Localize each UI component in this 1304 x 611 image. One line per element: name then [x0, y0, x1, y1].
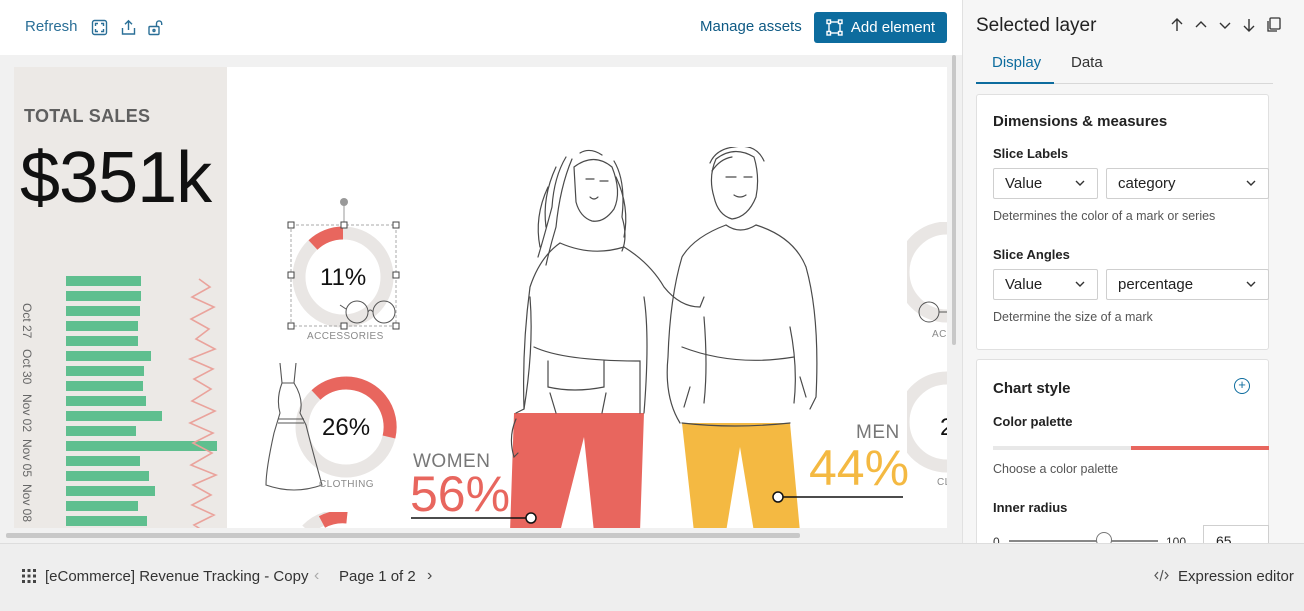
- tab-data[interactable]: Data: [1071, 54, 1103, 71]
- women-leader-line: [411, 512, 537, 524]
- fullscreen-icon[interactable]: [91, 19, 108, 36]
- active-tab-indicator: [976, 82, 1054, 84]
- select-value: percentage: [1118, 276, 1194, 293]
- chart-style-card: Chart style + Color palette Choose a col…: [976, 359, 1269, 543]
- bring-forward-icon[interactable]: [1193, 16, 1209, 34]
- slice-labels-field-select[interactable]: category: [1106, 168, 1269, 199]
- slice-labels-label: Slice Labels: [993, 146, 1069, 161]
- partial-right-donuts: [907, 222, 947, 473]
- expression-editor-label: Expression editor: [1178, 568, 1294, 585]
- partial-category-label: CL: [937, 477, 947, 488]
- expression-editor-button[interactable]: Expression editor: [1154, 568, 1294, 585]
- card-title: Chart style: [993, 380, 1071, 397]
- bottom-bar: [eCommerce] Revenue Tracking - Copy ‹ Pa…: [0, 543, 1304, 611]
- color-palette-label: Color palette: [993, 414, 1073, 429]
- tab-display[interactable]: Display: [992, 54, 1041, 71]
- total-sales-value: $351k: [20, 138, 212, 218]
- clothing-category-label: CLOTHING: [319, 479, 374, 490]
- refresh-button[interactable]: Refresh: [25, 18, 78, 35]
- top-toolbar: Refresh Manage assets Add element: [0, 0, 962, 55]
- total-sales-label: TOTAL SALES: [24, 106, 151, 126]
- code-icon: [1154, 569, 1169, 582]
- accessories-category-label: ACCESSORIES: [307, 331, 384, 342]
- add-style-icon[interactable]: +: [1234, 378, 1250, 394]
- slice-angles-label: Slice Angles: [993, 247, 1070, 262]
- slider-max-label: 100: [1166, 535, 1187, 543]
- sidebar-tabs: Display Data: [976, 46, 1273, 84]
- layer-tools: [1169, 16, 1281, 34]
- previous-page-icon[interactable]: ‹: [314, 567, 319, 585]
- select-value: category: [1118, 175, 1176, 192]
- canvas-horizontal-scrollbar[interactable]: [6, 533, 800, 538]
- men-leader-line: [772, 491, 903, 503]
- selection-handles[interactable]: [284, 195, 404, 330]
- color-palette-hint: Choose a color palette: [993, 462, 1119, 476]
- workpad-title: [eCommerce] Revenue Tracking - Copy: [45, 568, 309, 585]
- unlock-icon[interactable]: [147, 19, 164, 36]
- bring-to-front-icon[interactable]: [1169, 16, 1185, 34]
- slice-labels-function-select[interactable]: Value: [993, 168, 1098, 199]
- select-value: Value: [1005, 276, 1043, 293]
- chevron-down-icon: [1075, 180, 1085, 186]
- page-grid-icon[interactable]: [22, 569, 36, 583]
- chevron-down-icon: [1246, 180, 1256, 186]
- inner-radius-label: Inner radius: [993, 500, 1068, 515]
- inner-radius-input[interactable]: 65: [1203, 525, 1269, 543]
- canvas-vertical-scrollbar[interactable]: [952, 55, 956, 345]
- partial-category-label: ACC: [932, 329, 947, 340]
- add-element-label: Add element: [850, 19, 936, 36]
- send-to-back-icon[interactable]: [1241, 16, 1257, 34]
- dimensions-measures-card: Dimensions & measures Slice Labels Value…: [976, 94, 1269, 350]
- inner-radius-slider-handle[interactable]: [1096, 532, 1112, 543]
- slice-angles-hint: Determine the size of a mark: [993, 310, 1153, 324]
- palette-swatch: [1131, 446, 1269, 450]
- workpad-page[interactable]: TOTAL SALES $351k Oct 27 Oct 30 Nov 02 N…: [14, 67, 947, 528]
- add-element-button[interactable]: Add element: [814, 12, 947, 43]
- send-backward-icon[interactable]: [1217, 16, 1233, 34]
- clothing-percent: 26%: [322, 414, 371, 441]
- sidebar: Selected layer Display Data Dimensions &…: [962, 0, 1304, 543]
- page-indicator: Page 1 of 2: [339, 568, 416, 585]
- select-value: Value: [1005, 175, 1043, 192]
- sales-bar-chart: [66, 276, 219, 528]
- inner-radius-slider[interactable]: [1009, 540, 1158, 542]
- workpad-canvas-area: TOTAL SALES $351k Oct 27 Oct 30 Nov 02 N…: [0, 55, 962, 543]
- add-element-icon: [826, 19, 843, 36]
- clone-icon[interactable]: [1265, 16, 1281, 34]
- slider-min-label: 0: [993, 535, 1000, 543]
- slice-labels-hint: Determines the color of a mark or series: [993, 209, 1216, 223]
- color-palette-picker[interactable]: [993, 446, 1269, 450]
- total-sales-panel[interactable]: TOTAL SALES $351k Oct 27 Oct 30 Nov 02 N…: [14, 67, 227, 528]
- card-title: Dimensions & measures: [993, 113, 1168, 130]
- chevron-down-icon: [1246, 281, 1256, 287]
- chevron-down-icon: [1075, 281, 1085, 287]
- men-percent: 44%: [809, 440, 910, 496]
- share-icon[interactable]: [120, 19, 137, 36]
- next-page-icon[interactable]: ›: [427, 567, 432, 585]
- manage-assets-link[interactable]: Manage assets: [700, 18, 802, 35]
- partial-donut-chart: [302, 512, 348, 528]
- sidebar-title: Selected layer: [976, 15, 1097, 36]
- slice-angles-field-select[interactable]: percentage: [1106, 269, 1269, 300]
- partial-percent: 2: [940, 414, 947, 441]
- slice-angles-function-select[interactable]: Value: [993, 269, 1098, 300]
- people-illustration: [510, 147, 818, 528]
